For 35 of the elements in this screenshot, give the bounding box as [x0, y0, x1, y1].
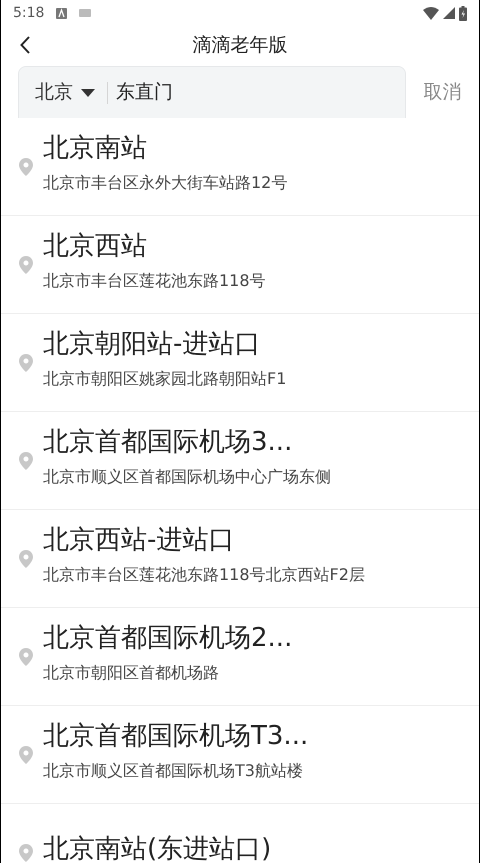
- city-selector[interactable]: 北京: [19, 78, 107, 107]
- cancel-button[interactable]: 取消: [406, 66, 479, 118]
- location-pin-icon: [19, 158, 33, 176]
- status-time: 5:18: [13, 4, 44, 22]
- place-name[interactable]: 北京首都国际机场T3...: [43, 718, 308, 752]
- place-name[interactable]: 北京南站: [43, 130, 288, 164]
- place-name[interactable]: 北京首都国际机场3...: [43, 424, 331, 458]
- location-pin-icon: [19, 256, 33, 274]
- location-pin-icon: [19, 746, 33, 764]
- place-address: 北京市朝阳区首都机场路: [43, 662, 220, 684]
- place-address: 北京市顺义区首都国际机场T3航站楼: [43, 760, 304, 782]
- place-address: 北京市朝阳区姚家园北路朝阳站F1: [43, 368, 286, 390]
- place-address: 北京市丰台区莲花池东路118号北京西站F2层: [43, 564, 365, 586]
- location-pin-icon: [19, 354, 33, 372]
- page-title: 滴滴老年版: [192, 32, 288, 58]
- place-name[interactable]: 北京西站: [43, 228, 266, 262]
- place-address: 北京市顺义区首都国际机场中心广场东侧: [43, 466, 331, 488]
- location-pin-icon: [19, 550, 33, 568]
- place-name[interactable]: 北京首都国际机场2...: [43, 620, 292, 654]
- notification-icon: [56, 8, 68, 18]
- wifi-icon: [423, 6, 439, 20]
- location-pin-icon: [19, 844, 33, 862]
- location-pin-icon: [19, 452, 33, 470]
- keyboard-icon: [79, 9, 92, 17]
- location-pin-icon: [19, 648, 33, 666]
- place-name[interactable]: 北京西站-进站口: [43, 522, 365, 556]
- place-address: 北京市丰台区永外大街车站路12号: [43, 172, 288, 194]
- place-address: 北京市丰台区莲花池东路118号: [43, 270, 266, 292]
- back-icon: [20, 36, 30, 54]
- place-name[interactable]: 北京南站(东进站口): [43, 832, 272, 863]
- place-name[interactable]: 北京朝阳站-进站口: [43, 326, 286, 360]
- signal-icon: [443, 7, 455, 19]
- search-field[interactable]: 北京 东直门: [18, 66, 406, 118]
- battery-icon: [459, 6, 467, 20]
- caret-icon: [81, 88, 95, 96]
